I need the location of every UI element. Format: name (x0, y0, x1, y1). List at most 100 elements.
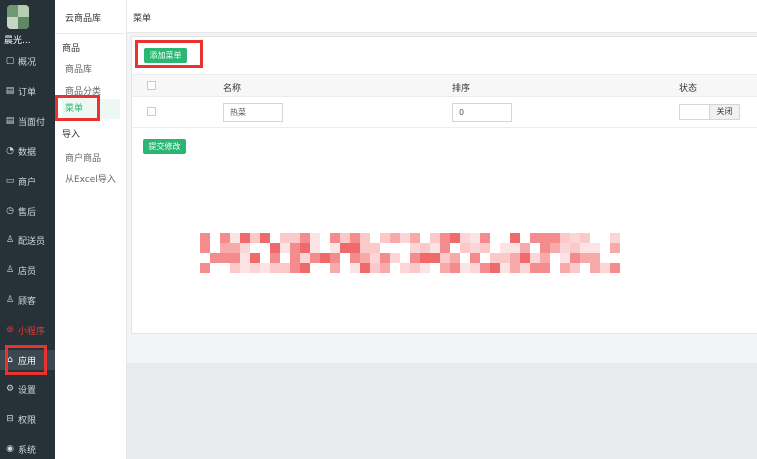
sidebar-item-couriers[interactable]: ♙ 配送员 (0, 230, 55, 250)
sidebar-item-label: 订单 (18, 87, 37, 98)
mosaic-pixel (450, 233, 460, 243)
subnav-item-merchant-goods[interactable]: 商户商品 (65, 151, 101, 164)
mosaic-pixel (250, 253, 260, 263)
mosaic-pixel (540, 233, 550, 243)
mosaic-pixel (460, 233, 470, 243)
mosaic-pixel (590, 253, 600, 263)
sidebar-item-label: 商户 (18, 177, 37, 188)
mosaic-pixel (310, 263, 320, 273)
mosaic-pixel (580, 233, 590, 243)
mosaic-pixel (230, 243, 240, 253)
mosaic-pixel (230, 233, 240, 243)
menu-name-input[interactable] (223, 103, 283, 122)
submit-changes-button[interactable]: 提交修改 (143, 139, 186, 154)
sidebar-item-label: 设置 (18, 385, 37, 396)
app-logo[interactable] (7, 5, 29, 29)
sidebar-item-settings[interactable]: ⚙ 设置 (0, 379, 55, 399)
mosaic-pixel (250, 243, 260, 253)
mosaic-pixel (280, 243, 290, 253)
mosaic-pixel (220, 233, 230, 243)
sidebar-item-system[interactable]: ◉ 系统 (0, 439, 55, 459)
sidebar-item-data[interactable]: ◔ 数据 (0, 141, 55, 161)
mosaic-pixel (580, 253, 590, 263)
sidebar-item-label: 数据 (18, 147, 37, 158)
overview-icon: ▢ (5, 56, 15, 66)
mosaic-pixel (420, 253, 430, 263)
sidebar-item-label: 系统 (18, 445, 37, 456)
mosaic-pixel (270, 253, 280, 263)
sidebar-item-permissions[interactable]: ⊟ 权限 (0, 409, 55, 429)
mosaic-pixel (390, 233, 400, 243)
mosaic-pixel (410, 233, 420, 243)
sidebar-item-orders[interactable]: ▤ 订单 (0, 81, 55, 101)
sidebar-item-mini-program[interactable]: ⊛ 小程序 (0, 320, 55, 340)
mosaic-pixel (500, 243, 510, 253)
sidebar-item-after-sales[interactable]: ◷ 售后 (0, 201, 55, 221)
mosaic-pixel (530, 263, 540, 273)
mosaic-pixel (230, 253, 240, 263)
mosaic-pixel (290, 263, 300, 273)
sidebar-item-overview[interactable]: ▢ 概况 (0, 51, 55, 71)
top-bar: 菜单 (127, 0, 757, 33)
subnav-item-excel-import[interactable]: 从Excel导入 (65, 172, 116, 185)
mosaic-pixel (380, 253, 390, 263)
mosaic-pixel (550, 233, 560, 243)
mosaic-pixel (420, 263, 430, 273)
sidebar-item-merchants[interactable]: ▭ 商户 (0, 171, 55, 191)
mosaic-pixel (310, 253, 320, 263)
mosaic-pixel (320, 253, 330, 263)
mosaic-pixel (300, 263, 310, 273)
mosaic-pixel (360, 243, 370, 253)
mosaic-pixel (240, 263, 250, 273)
mosaic-pixel (430, 263, 440, 273)
mosaic-pixel (520, 263, 530, 273)
mosaic-pixel (480, 243, 490, 253)
row-checkbox[interactable] (147, 107, 156, 116)
mosaic-pixel (520, 253, 530, 263)
mosaic-pixel (570, 243, 580, 253)
mosaic-pixel (430, 233, 440, 243)
mosaic-pixel (230, 263, 240, 273)
mosaic-pixel (250, 233, 260, 243)
mosaic-pixel (350, 233, 360, 243)
mosaic-pixel (210, 263, 220, 273)
sidebar-item-customers[interactable]: ♙ 顾客 (0, 290, 55, 310)
mosaic-pixel (370, 263, 380, 273)
select-all-checkbox[interactable] (147, 81, 156, 90)
subnav-item-goods-library[interactable]: 商品库 (65, 62, 92, 75)
mosaic-pixel (530, 253, 540, 263)
mosaic-pixel (200, 263, 210, 273)
chart-icon: ◔ (6, 146, 14, 156)
mosaic-pixel (440, 243, 450, 253)
store-icon: ▭ (5, 176, 15, 186)
menu-sort-input[interactable] (452, 103, 512, 122)
subnav-group-import: 导入 (62, 130, 81, 140)
mosaic-pixel (330, 263, 340, 273)
mosaic-pixel (490, 253, 500, 263)
mosaic-pixel (410, 253, 420, 263)
clock-icon: ◷ (6, 206, 14, 216)
secondary-nav: 云商品库 商品 商品库 商品分类 菜单 导入 商户商品 从Excel导入 (55, 0, 127, 459)
mosaic-pixel (220, 253, 230, 263)
column-header-name: 名称 (223, 84, 242, 94)
sidebar-item-label: 配送员 (18, 236, 46, 247)
divider (55, 33, 127, 34)
sidebar-item-staff[interactable]: ♙ 店员 (0, 260, 55, 280)
mosaic-pixel (260, 263, 270, 273)
store-name[interactable]: 晨光... (4, 33, 31, 46)
mosaic-pixel (580, 243, 590, 253)
mosaic-pixel (440, 233, 450, 243)
sidebar-item-face-pay[interactable]: ▤ 当面付 (0, 111, 55, 131)
gear-icon: ⚙ (5, 384, 15, 394)
mosaic-pixel (350, 253, 360, 263)
mosaic-pixel (500, 253, 510, 263)
sidebar-item-label: 当面付 (18, 117, 46, 128)
mosaic-pixel (590, 233, 600, 243)
mosaic-pixel (510, 263, 520, 273)
column-header-sort: 排序 (452, 84, 471, 94)
mosaic-pixel (280, 263, 290, 273)
annotation-box-add-menu (135, 40, 203, 68)
status-toggle[interactable]: 关闭 (679, 104, 740, 120)
mosaic-pixel (440, 263, 450, 273)
mosaic-pixel (430, 243, 440, 253)
